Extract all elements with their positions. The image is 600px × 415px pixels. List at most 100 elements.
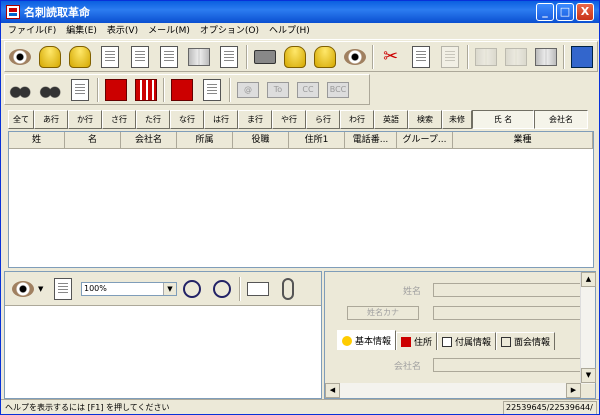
address-book-button[interactable]: [184, 43, 214, 71]
scan-card-button[interactable]: [5, 43, 35, 71]
title-bar[interactable]: 名刺読取革命 _ □ X: [1, 1, 599, 23]
close-button[interactable]: X: [576, 3, 594, 21]
mail-to-button[interactable]: To: [263, 76, 293, 104]
column-header-group[interactable]: グループ...: [397, 132, 453, 149]
sort-by-name[interactable]: 氏 名: [472, 110, 534, 129]
tab-english[interactable]: 英語: [374, 110, 408, 129]
detail-horizontal-scrollbar[interactable]: ◀ ▶: [325, 383, 581, 398]
menu-options[interactable]: オプション(O): [195, 23, 264, 39]
attach-button[interactable]: [273, 275, 303, 303]
card-import-icon: [130, 45, 149, 68]
menu-mail[interactable]: メール(M): [143, 23, 195, 39]
column-header-department[interactable]: 所属: [177, 132, 233, 149]
tab-basic-info[interactable]: 基本情報: [337, 330, 397, 350]
name-kana-button[interactable]: 姓名カナ: [347, 306, 419, 320]
tab-meeting-info[interactable]: 面会情報: [496, 332, 556, 350]
card-face-button[interactable]: [243, 275, 273, 303]
camera-icon: [12, 280, 34, 297]
menu-file[interactable]: ファイル(F): [3, 23, 61, 39]
maximize-button[interactable]: □: [556, 3, 574, 21]
book-edit-button[interactable]: [531, 43, 561, 71]
tab-ta-row[interactable]: た行: [136, 110, 170, 129]
chevron-down-icon[interactable]: ▼: [163, 282, 176, 295]
database-delete-button[interactable]: [310, 43, 340, 71]
tab-ya-row[interactable]: や行: [272, 110, 306, 129]
tab-sa-row[interactable]: さ行: [102, 110, 136, 129]
book-open-button[interactable]: [501, 43, 531, 71]
select-list-icon: [71, 78, 89, 101]
mail-cc-button[interactable]: CC: [293, 76, 323, 104]
cut-button[interactable]: ✂: [376, 43, 406, 71]
tab-unrevised[interactable]: 未修: [442, 110, 472, 129]
column-header-address1[interactable]: 住所1: [289, 132, 345, 149]
print-button[interactable]: [250, 43, 280, 71]
cut-icon: ✂: [383, 45, 399, 67]
tab-a-row[interactable]: あ行: [34, 110, 68, 129]
tab-ma-row[interactable]: ま行: [238, 110, 272, 129]
table-button[interactable]: [567, 43, 597, 71]
book-button[interactable]: [471, 43, 501, 71]
book-open-icon: [505, 47, 528, 66]
tab-ra-row[interactable]: ら行: [306, 110, 340, 129]
card-import-button[interactable]: [125, 43, 155, 71]
tab-attached-info[interactable]: 付属情報: [437, 332, 497, 350]
scroll-up-icon[interactable]: ▲: [581, 272, 596, 287]
database-button[interactable]: [35, 43, 65, 71]
book-edit-icon: [535, 47, 558, 66]
card-export-button[interactable]: [154, 43, 184, 71]
detail-vertical-scrollbar[interactable]: ▲ ▼: [580, 272, 596, 384]
column-header-industry[interactable]: 業種: [453, 132, 593, 149]
zoom-select[interactable]: 100% ▼: [81, 281, 177, 296]
email-at-button[interactable]: @: [233, 76, 263, 104]
zoom-in-button[interactable]: [177, 275, 207, 303]
tool-button[interactable]: [167, 76, 197, 104]
scanner-button[interactable]: [48, 275, 78, 303]
pin-icon: [401, 336, 412, 347]
name-kana-field[interactable]: [433, 306, 583, 320]
app-icon: [6, 5, 20, 19]
tab-na-row[interactable]: な行: [170, 110, 204, 129]
find-next-button[interactable]: [35, 76, 65, 104]
paste-button[interactable]: [435, 43, 465, 71]
name-field[interactable]: [433, 283, 583, 297]
camera-menu-arrow-icon[interactable]: ▼: [38, 285, 48, 293]
grid-view-button[interactable]: [131, 76, 161, 104]
tab-ha-row[interactable]: は行: [204, 110, 238, 129]
sort-by-company[interactable]: 会社名: [534, 110, 588, 129]
column-header-phone[interactable]: 電話番...: [345, 132, 397, 149]
column-header-position[interactable]: 役職: [233, 132, 289, 149]
image-toolbar: ▼ 100% ▼: [5, 272, 321, 306]
scroll-right-icon[interactable]: ▶: [566, 383, 581, 398]
database-add-button[interactable]: [280, 43, 310, 71]
card-transfer-button[interactable]: [214, 43, 244, 71]
edit-pen-button[interactable]: [197, 76, 227, 104]
column-header-given-name[interactable]: 名: [65, 132, 121, 149]
column-header-surname[interactable]: 姓: [9, 132, 65, 149]
tab-ka-row[interactable]: か行: [68, 110, 102, 129]
card-edit-button[interactable]: [95, 43, 125, 71]
copy-button[interactable]: [406, 43, 436, 71]
camera-button[interactable]: [8, 275, 38, 303]
menu-help[interactable]: ヘルプ(H): [264, 23, 315, 39]
tab-all[interactable]: 全て: [8, 110, 34, 129]
window-title: 名刺読取革命: [24, 6, 90, 19]
tab-search[interactable]: 検索: [408, 110, 442, 129]
card-view-button[interactable]: [101, 76, 131, 104]
scan-view-button[interactable]: [340, 43, 370, 71]
card-list[interactable]: 姓 名 会社名 所属 役職 住所1 電話番... グループ... 業種: [8, 131, 594, 268]
toolbar-separator: [239, 276, 241, 301]
menu-view[interactable]: 表示(V): [102, 23, 143, 39]
select-list-button[interactable]: [65, 76, 95, 104]
column-header-company[interactable]: 会社名: [121, 132, 177, 149]
zoom-out-button[interactable]: [207, 275, 237, 303]
menu-edit[interactable]: 編集(E): [61, 23, 102, 39]
company-field[interactable]: [433, 358, 583, 372]
scroll-down-icon[interactable]: ▼: [581, 368, 596, 383]
folder-open-button[interactable]: [65, 43, 95, 71]
tab-address[interactable]: 住所: [396, 332, 438, 350]
minimize-button[interactable]: _: [536, 3, 554, 21]
tab-wa-row[interactable]: わ行: [340, 110, 374, 129]
scroll-left-icon[interactable]: ◀: [325, 383, 340, 398]
find-button[interactable]: [5, 76, 35, 104]
mail-bcc-button[interactable]: BCC: [323, 76, 353, 104]
